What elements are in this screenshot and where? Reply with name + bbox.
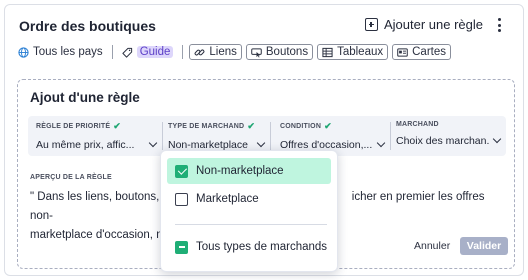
- plus-square-icon: [365, 18, 378, 31]
- cursor-button-icon: [251, 47, 262, 58]
- divider: [175, 224, 327, 225]
- divider: [182, 45, 184, 59]
- table-icon: [322, 47, 333, 58]
- guide-label: Guide: [136, 46, 174, 58]
- priority-rule-select[interactable]: RÈGLE DE PRIORITÉ ✔ Au même prix, affic..…: [36, 121, 158, 155]
- guide-tab[interactable]: Guide: [119, 45, 177, 59]
- chevron-down-icon: [256, 138, 266, 148]
- chevron-down-icon: [492, 134, 502, 144]
- link-icon: [194, 47, 205, 58]
- checkbox-checked-icon: [175, 164, 188, 178]
- divider: [111, 45, 113, 59]
- divider: [162, 122, 163, 150]
- chevron-down-icon: [376, 138, 386, 148]
- condition-label: CONDITION ✔: [280, 121, 332, 131]
- page-title: Ordre des boutiques: [19, 18, 156, 34]
- buttons-tab[interactable]: Boutons: [245, 44, 314, 60]
- tag-icon: [122, 47, 133, 58]
- cards-tab[interactable]: Cartes: [392, 44, 451, 60]
- divider: [270, 122, 271, 150]
- option-label: Non-marketplace: [196, 165, 284, 177]
- option-label: Marketplace: [196, 193, 259, 205]
- check-icon: ✔: [113, 121, 121, 131]
- tables-tab[interactable]: Tableaux: [317, 44, 389, 60]
- add-rule-button[interactable]: Ajouter une règle: [365, 17, 483, 32]
- more-options-icon[interactable]: [495, 17, 503, 33]
- merchant-label: MARCHAND: [396, 121, 439, 128]
- merchant-type-dropdown: Non-marketplace Marketplace Tous types d…: [160, 150, 338, 272]
- countries-filter[interactable]: Tous les pays: [15, 45, 106, 59]
- check-icon: ✔: [324, 121, 332, 131]
- merchant-type-label: TYPE DE MARCHAND ✔: [168, 121, 256, 131]
- links-tab[interactable]: Liens: [189, 44, 242, 60]
- validate-button[interactable]: Valider: [460, 237, 508, 255]
- priority-rule-label: RÈGLE DE PRIORITÉ ✔: [36, 121, 121, 131]
- divider: [390, 122, 391, 150]
- links-label: Liens: [209, 46, 237, 58]
- option-marketplace[interactable]: Marketplace: [167, 186, 331, 212]
- rule-preview-label: APERÇU DE LA RÈGLE: [30, 174, 112, 181]
- cancel-button[interactable]: Annuler: [414, 240, 450, 252]
- toolbar: Tous les pays Guide Liens Boutons Tablea…: [15, 43, 451, 61]
- tables-label: Tableaux: [337, 46, 384, 58]
- countries-label: Tous les pays: [33, 46, 103, 58]
- buttons-label: Boutons: [265, 46, 309, 58]
- chevron-down-icon: [148, 138, 158, 148]
- rule-panel-title: Ajout d'une règle: [30, 90, 140, 105]
- merchant-value: Choix des marchan...: [396, 135, 490, 147]
- check-icon: ✔: [247, 121, 256, 131]
- option-all-merchant-types[interactable]: Tous types de marchands: [167, 234, 331, 260]
- card-icon: [397, 47, 408, 58]
- add-rule-label: Ajouter une règle: [384, 17, 484, 32]
- cards-label: Cartes: [412, 46, 446, 58]
- checkbox-indeterminate-icon: [175, 240, 188, 254]
- option-label: Tous types de marchands: [196, 241, 328, 253]
- priority-rule-value: Au même prix, affic...: [36, 139, 135, 151]
- checkbox-empty-icon: [175, 192, 188, 206]
- option-non-marketplace[interactable]: Non-marketplace: [167, 158, 331, 184]
- merchant-select[interactable]: MARCHAND Choix des marchan...: [396, 121, 502, 155]
- globe-icon: [18, 46, 29, 58]
